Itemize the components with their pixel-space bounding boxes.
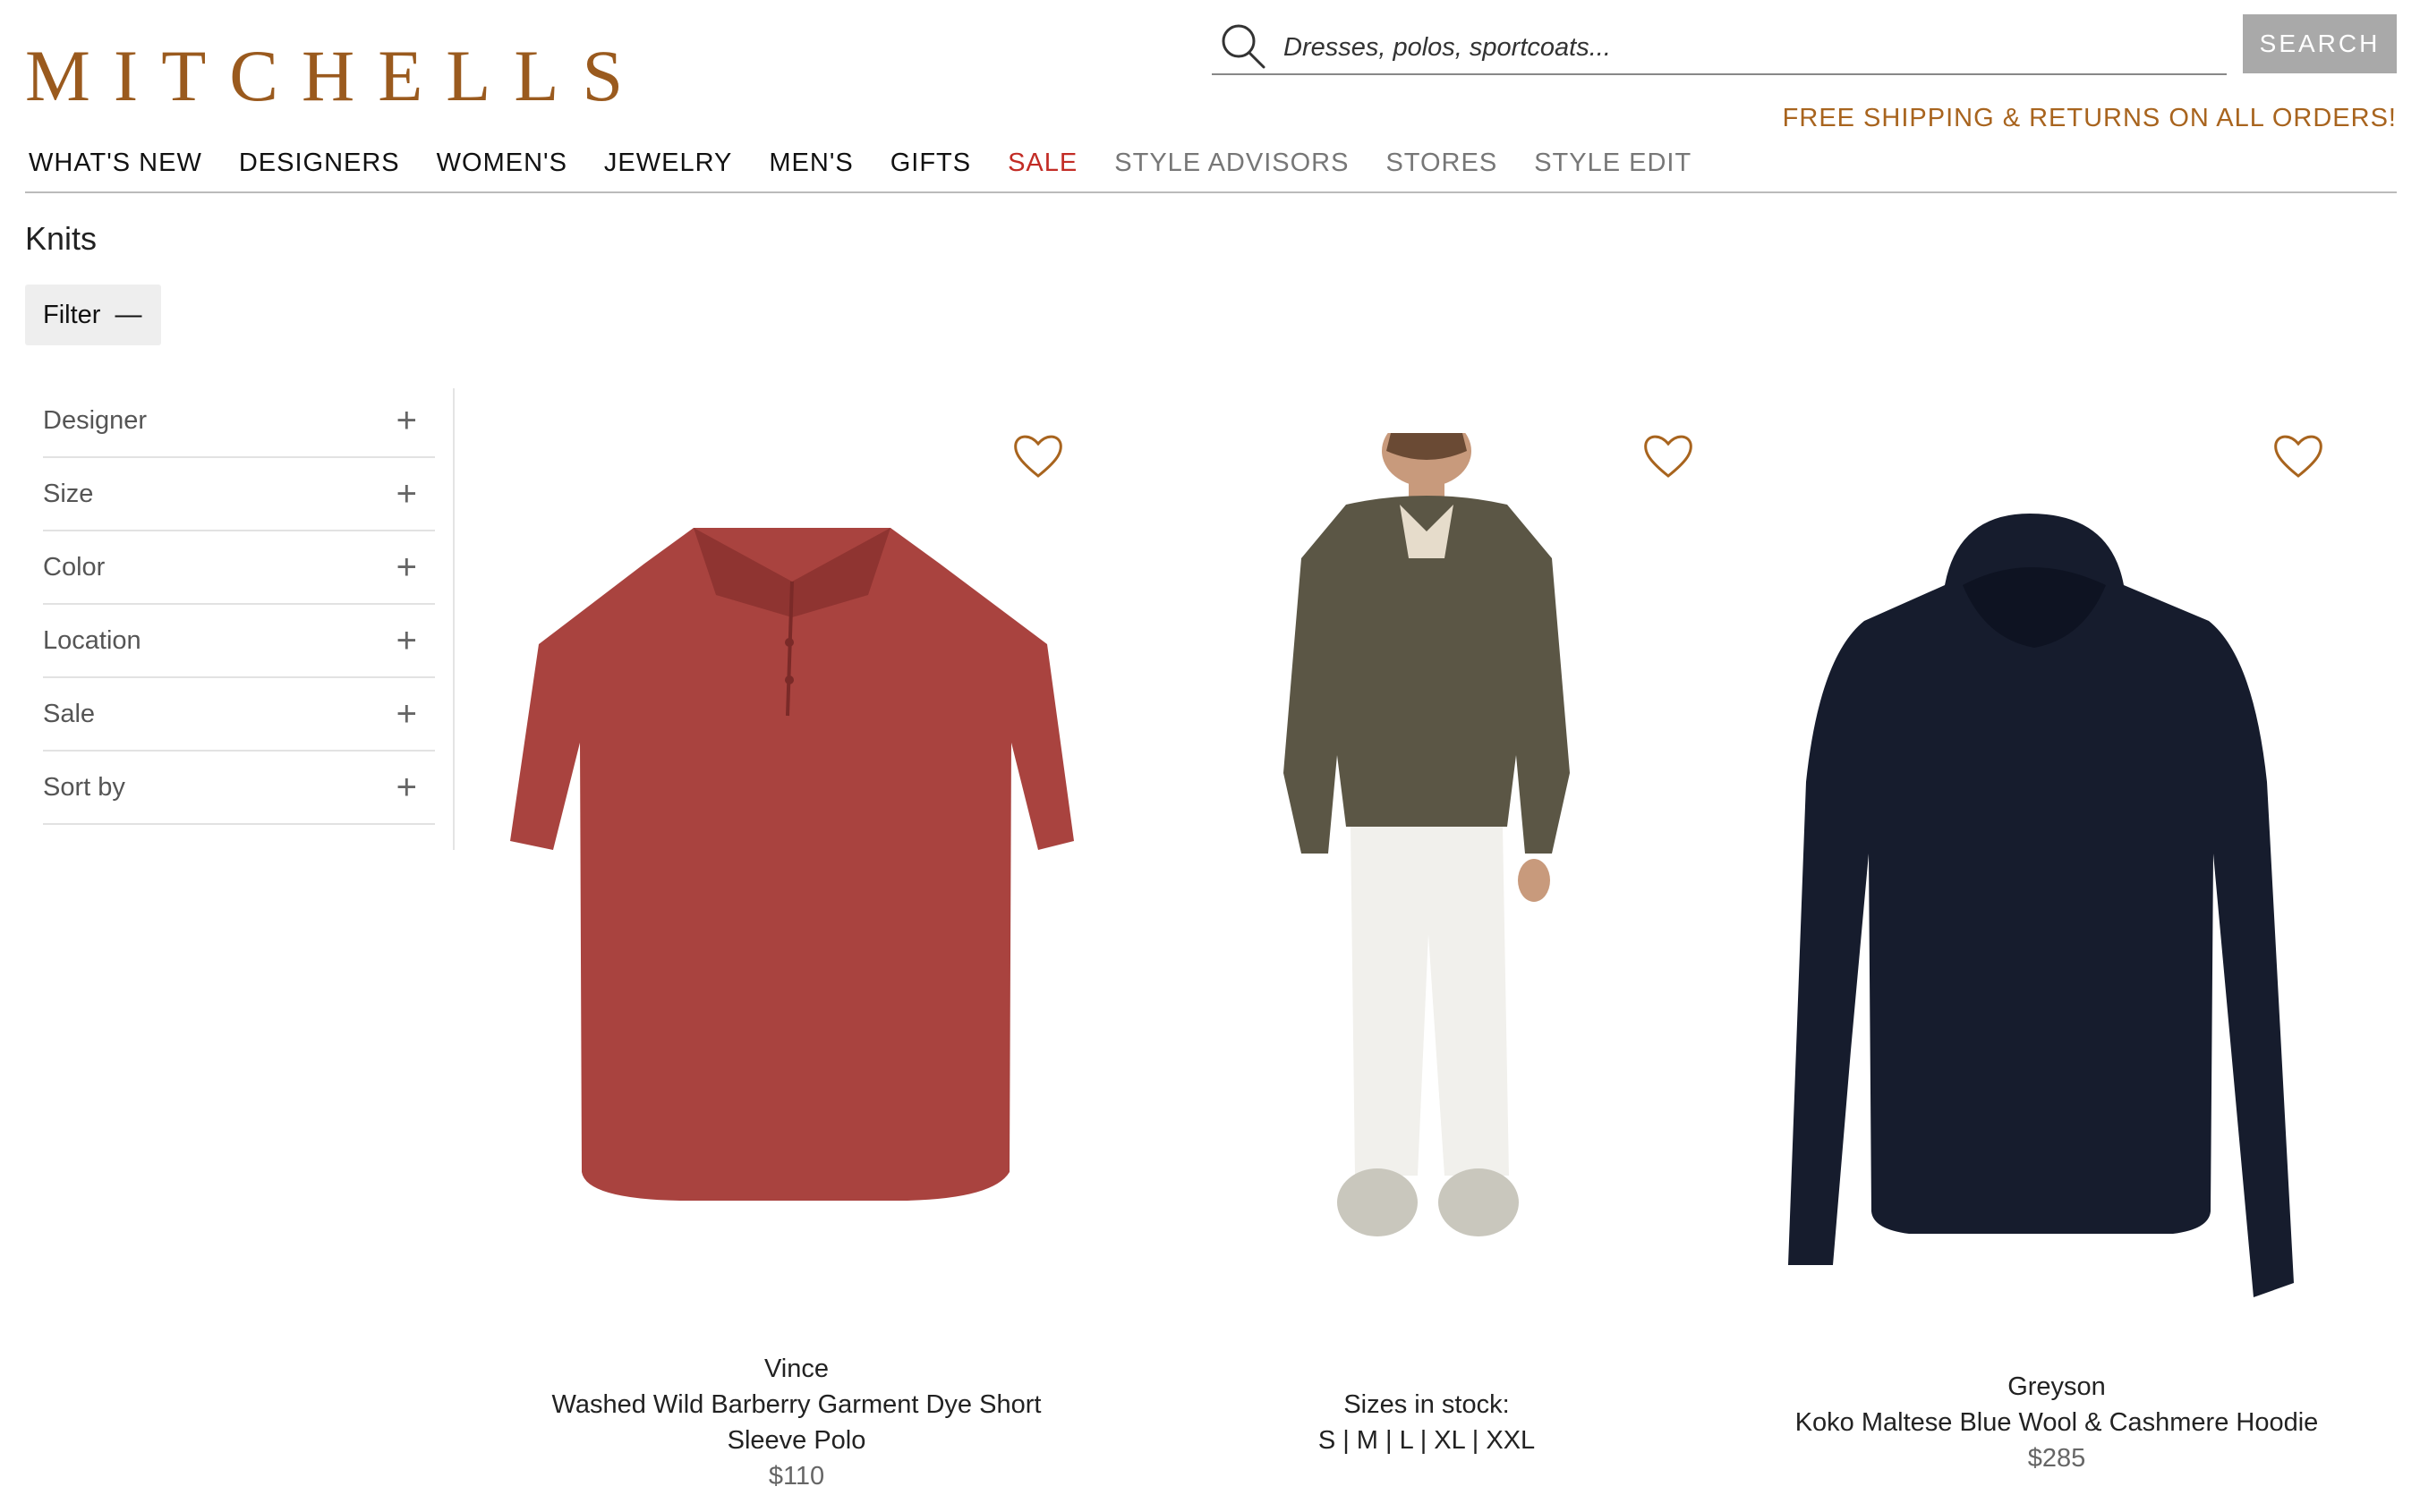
product-price: $110 bbox=[768, 1462, 825, 1491]
mitchells-logo[interactable]: MITCHELLS bbox=[25, 39, 646, 113]
facet-label: Color bbox=[43, 552, 106, 582]
product-image-olive-polo[interactable] bbox=[1274, 433, 1579, 1292]
heart-icon[interactable] bbox=[1641, 431, 1695, 480]
facet-sale[interactable]: Sale + bbox=[43, 678, 435, 752]
plus-icon: + bbox=[396, 401, 417, 440]
search-bar bbox=[1212, 16, 2227, 75]
facet-label: Sale bbox=[43, 699, 96, 728]
nav-mens[interactable]: MEN'S bbox=[769, 149, 853, 178]
nav-divider bbox=[25, 191, 2397, 193]
minus-icon: — bbox=[115, 300, 142, 329]
plus-icon: + bbox=[396, 474, 417, 514]
product-caption: Vince Washed Wild Barberry Garment Dye S… bbox=[483, 1351, 1110, 1494]
product-name-line2[interactable]: Sleeve Polo bbox=[483, 1423, 1110, 1458]
facet-label: Size bbox=[43, 479, 94, 508]
nav-womens[interactable]: WOMEN'S bbox=[437, 149, 567, 178]
filter-label: Filter bbox=[43, 300, 101, 329]
product-brand: Greyson bbox=[2007, 1372, 2106, 1401]
product-price: $285 bbox=[2027, 1444, 2086, 1473]
search-input[interactable] bbox=[1282, 29, 2216, 66]
nav-designers[interactable]: DESIGNERS bbox=[239, 149, 400, 178]
product-name[interactable]: Koko Maltese Blue Wool & Cashmere Hoodie bbox=[1743, 1405, 2370, 1440]
facet-size[interactable]: Size + bbox=[43, 458, 435, 531]
nav-whats-new[interactable]: WHAT'S NEW bbox=[29, 149, 202, 178]
search-button[interactable]: SEARCH bbox=[2243, 14, 2397, 73]
plus-icon: + bbox=[396, 621, 417, 660]
nav-style-edit[interactable]: STYLE EDIT bbox=[1534, 149, 1691, 178]
facet-label: Sort by bbox=[43, 772, 125, 802]
sizes-label: Sizes in stock: bbox=[1343, 1390, 1510, 1419]
filter-sidebar: Designer + Size + Color + Location + Sal… bbox=[43, 385, 435, 825]
sidebar-divider bbox=[453, 388, 455, 850]
product-name[interactable]: Washed Wild Barberry Garment Dye Short bbox=[483, 1387, 1110, 1423]
plus-icon: + bbox=[396, 548, 417, 587]
facet-label: Location bbox=[43, 625, 141, 655]
heart-icon[interactable] bbox=[1011, 431, 1065, 480]
facet-sort-by[interactable]: Sort by + bbox=[43, 752, 435, 825]
heart-icon[interactable] bbox=[2271, 431, 2325, 480]
facet-color[interactable]: Color + bbox=[43, 531, 435, 605]
product-image-red-polo[interactable] bbox=[510, 510, 1074, 1208]
nav-style-advisors[interactable]: STYLE ADVISORS bbox=[1114, 149, 1349, 178]
product-caption: Greyson Koko Maltese Blue Wool & Cashmer… bbox=[1743, 1369, 2370, 1476]
nav-jewelry[interactable]: JEWELRY bbox=[604, 149, 732, 178]
filter-toggle-button[interactable]: Filter — bbox=[25, 285, 161, 345]
product-image-navy-hoodie[interactable] bbox=[1788, 514, 2298, 1297]
product-caption: Sizes in stock: S | M | L | XL | XXL bbox=[1113, 1387, 1740, 1458]
facet-designer[interactable]: Designer + bbox=[43, 385, 435, 458]
main-nav: WHAT'S NEW DESIGNERS WOMEN'S JEWELRY MEN… bbox=[29, 149, 1728, 178]
product-brand: Vince bbox=[763, 1355, 830, 1383]
free-shipping-promo[interactable]: FREE SHIPPING & RETURNS ON ALL ORDERS! bbox=[1783, 104, 2397, 133]
nav-gifts[interactable]: GIFTS bbox=[890, 149, 971, 178]
sizes-list: S | M | L | XL | XXL bbox=[1317, 1426, 1536, 1455]
page-title: Knits bbox=[25, 220, 98, 257]
nav-stores[interactable]: STORES bbox=[1385, 149, 1497, 178]
facet-label: Designer bbox=[43, 405, 148, 435]
search-icon bbox=[1222, 24, 1265, 69]
plus-icon: + bbox=[396, 768, 417, 807]
plus-icon: + bbox=[396, 694, 417, 734]
nav-sale[interactable]: SALE bbox=[1008, 149, 1078, 178]
facet-location[interactable]: Location + bbox=[43, 605, 435, 678]
